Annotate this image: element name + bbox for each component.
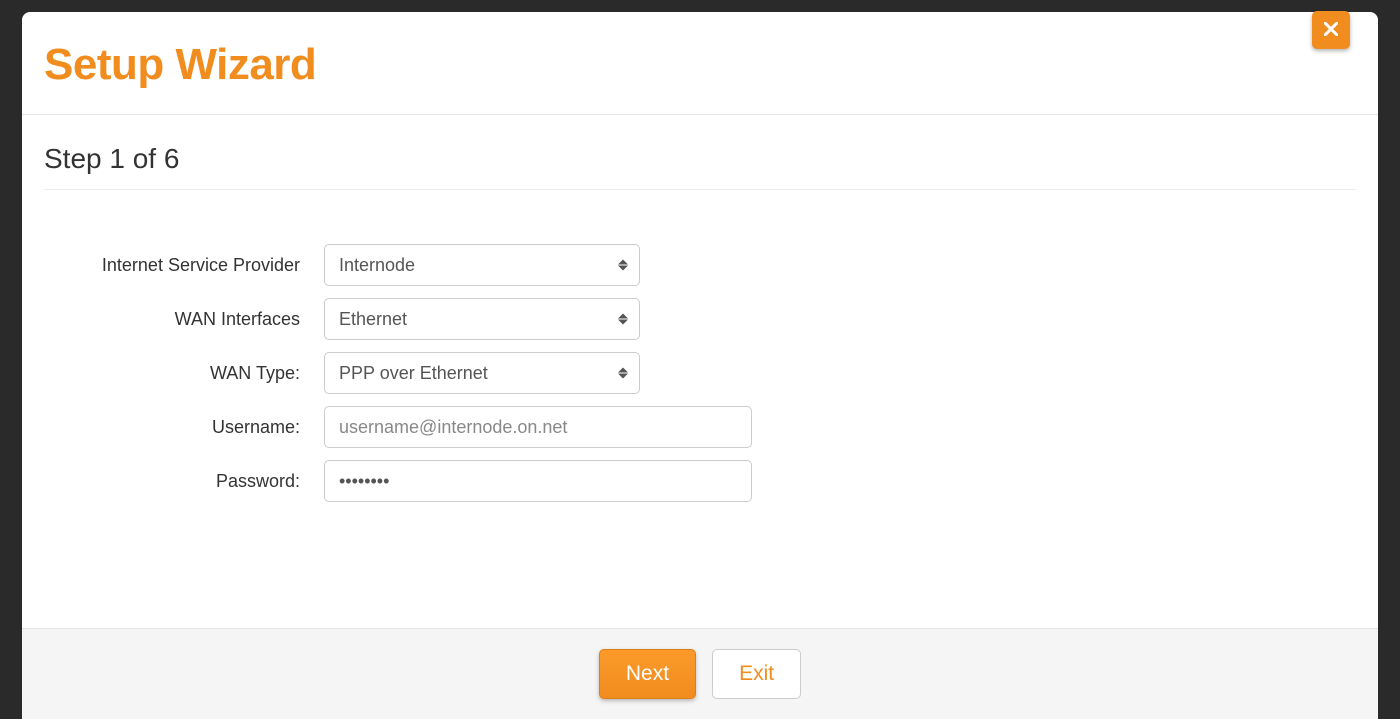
password-input[interactable]	[324, 460, 752, 502]
password-label: Password:	[44, 471, 324, 492]
close-icon	[1324, 19, 1338, 42]
username-label: Username:	[44, 417, 324, 438]
setup-wizard-modal: Setup Wizard Step 1 of 6 Internet Servic…	[22, 12, 1378, 719]
step-indicator: Step 1 of 6	[44, 143, 1356, 190]
wan-type-label: WAN Type:	[44, 363, 324, 384]
form-row-username: Username:	[44, 406, 1356, 448]
form-row-password: Password:	[44, 460, 1356, 502]
modal-body: Step 1 of 6 Internet Service Provider In…	[22, 115, 1378, 628]
wan-type-select[interactable]: PPP over Ethernet	[324, 352, 640, 394]
modal-header: Setup Wizard	[22, 12, 1378, 115]
modal-title: Setup Wizard	[44, 40, 1356, 90]
isp-select[interactable]: Internode	[324, 244, 640, 286]
isp-label: Internet Service Provider	[44, 255, 324, 276]
exit-button[interactable]: Exit	[712, 649, 801, 699]
wan-interface-select[interactable]: Ethernet	[324, 298, 640, 340]
form-row-wan-interface: WAN Interfaces Ethernet	[44, 298, 1356, 340]
username-input[interactable]	[324, 406, 752, 448]
form-row-isp: Internet Service Provider Internode	[44, 244, 1356, 286]
modal-footer: Next Exit	[22, 628, 1378, 719]
close-button[interactable]	[1312, 11, 1350, 49]
next-button[interactable]: Next	[599, 649, 696, 699]
form-row-wan-type: WAN Type: PPP over Ethernet	[44, 352, 1356, 394]
wan-interface-label: WAN Interfaces	[44, 309, 324, 330]
